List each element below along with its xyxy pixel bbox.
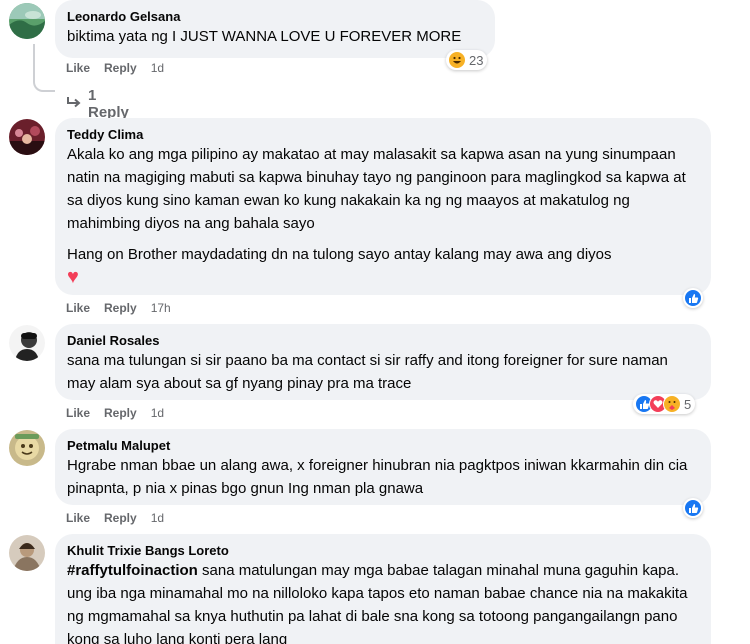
like-button[interactable]: Like	[66, 301, 90, 315]
comment-actions: Like Reply 17h	[66, 301, 171, 315]
reaction-summary[interactable]	[683, 288, 703, 308]
reply-button[interactable]: Reply	[104, 61, 137, 75]
reaction-count: 23	[469, 52, 484, 68]
care-icon	[663, 395, 681, 413]
comment-timestamp[interactable]: 17h	[151, 301, 171, 315]
thread-line	[33, 44, 55, 92]
comment-bubble: Daniel Rosales sana ma tulungan si sir p…	[55, 324, 711, 400]
like-icon	[684, 289, 702, 307]
comment-bubble: Teddy Clima Akala ko ang mga pilipino ay…	[55, 118, 711, 295]
like-icon	[684, 499, 702, 517]
like-button[interactable]: Like	[66, 511, 90, 525]
reply-button[interactable]: Reply	[104, 406, 137, 420]
reaction-summary[interactable]: 23	[446, 50, 488, 70]
comment-paragraph: biktima yata ng I JUST WANNA LOVE U FORE…	[67, 28, 462, 45]
comment-paragraph: Hang on Brother maydadating dn na tulong…	[67, 243, 699, 290]
comment-paragraph: Hgrabe nman bbae un alang awa, x foreign…	[67, 457, 688, 497]
comment-author[interactable]: Leonardo Gelsana	[67, 8, 483, 25]
avatar[interactable]	[9, 3, 45, 39]
comment-actions: Like Reply 1d	[66, 511, 164, 525]
comment-paragraph: #raffytulfoinaction sana matulungan may …	[67, 559, 699, 644]
avatar[interactable]	[9, 325, 45, 361]
replies-count: 1 Reply	[88, 87, 129, 121]
comment-author[interactable]: Daniel Rosales	[67, 332, 699, 349]
comment-paragraph: Akala ko ang mga pilipino ay makatao at …	[67, 146, 686, 232]
comment-actions: Like Reply 1d	[66, 61, 164, 75]
comment-author[interactable]: Teddy Clima	[67, 126, 699, 143]
comment-text: Hgrabe nman bbae un alang awa, x foreign…	[67, 454, 699, 500]
avatar[interactable]	[9, 430, 45, 466]
comment-author[interactable]: Khulit Trixie Bangs Loreto	[67, 542, 699, 559]
haha-icon	[448, 51, 466, 69]
comment-bubble: Leonardo Gelsana biktima yata ng I JUST …	[55, 0, 495, 58]
comment-text: Akala ko ang mga pilipino ay makatao at …	[67, 143, 699, 290]
comment-bubble: Petmalu Malupet Hgrabe nman bbae un alan…	[55, 429, 711, 505]
reaction-summary[interactable]	[683, 498, 703, 518]
reaction-count: 5	[684, 396, 692, 412]
heart-emoji: ♥	[67, 266, 79, 288]
comment-timestamp[interactable]: 1d	[151, 406, 164, 420]
like-button[interactable]: Like	[66, 406, 90, 420]
reply-arrow-icon	[66, 95, 82, 113]
comment-bubble: Khulit Trixie Bangs Loreto #raffytulfoin…	[55, 534, 711, 644]
comment-timestamp[interactable]: 1d	[151, 61, 164, 75]
comment-author[interactable]: Petmalu Malupet	[67, 437, 699, 454]
comment-paragraph: sana ma tulungan si sir paano ba ma cont…	[67, 352, 668, 392]
comment-actions: Like Reply 1d	[66, 406, 164, 420]
avatar[interactable]	[9, 119, 45, 155]
view-replies-link[interactable]: 1 Reply	[66, 87, 129, 121]
comment-timestamp[interactable]: 1d	[151, 511, 164, 525]
avatar[interactable]	[9, 535, 45, 571]
comment-paragraph-text: Hang on Brother maydadating dn na tulong…	[67, 246, 612, 263]
comment-text: biktima yata ng I JUST WANNA LOVE U FORE…	[67, 25, 483, 48]
like-button[interactable]: Like	[66, 61, 90, 75]
reaction-summary[interactable]: 5	[633, 394, 696, 414]
comment-text: sana ma tulungan si sir paano ba ma cont…	[67, 349, 699, 395]
reply-button[interactable]: Reply	[104, 301, 137, 315]
comment-text: #raffytulfoinaction sana matulungan may …	[67, 559, 699, 644]
hashtag-link[interactable]: #raffytulfoinaction	[67, 562, 198, 579]
reply-button[interactable]: Reply	[104, 511, 137, 525]
